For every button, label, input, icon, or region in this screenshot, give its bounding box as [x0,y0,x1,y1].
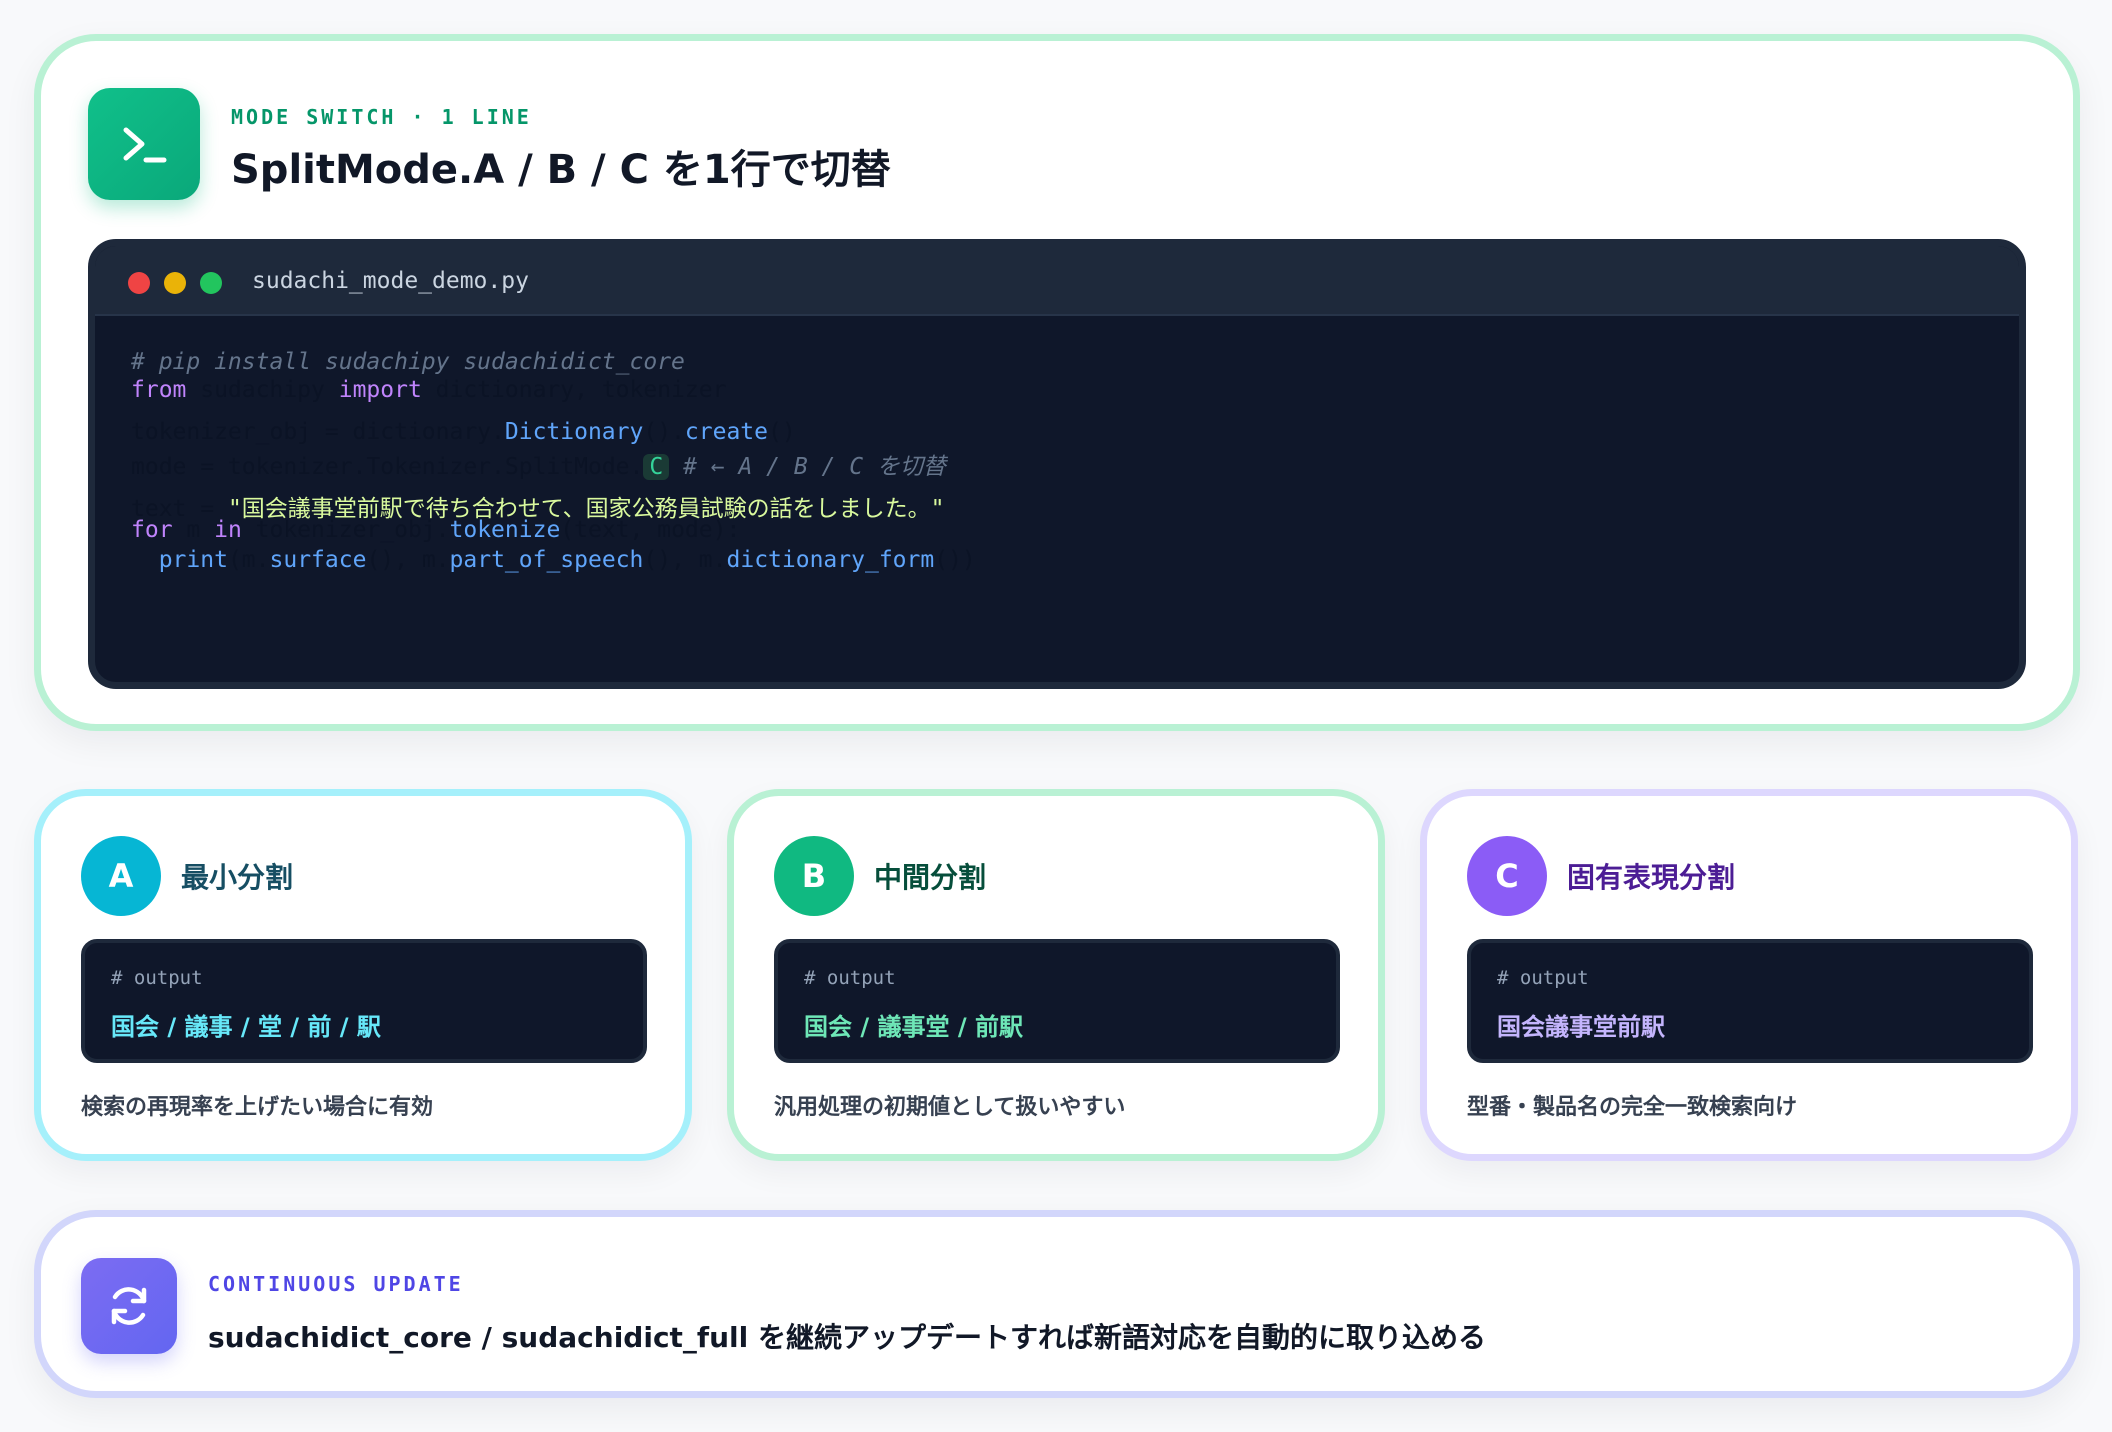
mode-title: 中間分割 [874,861,987,894]
output-label: # output [1497,967,1589,989]
update-eyebrow: CONTINUOUS UPDATE [208,1272,464,1296]
code-line: from sudachipy import dictionary, tokeni… [131,377,727,403]
code-line: for m in tokenizer_obj.tokenize(text, mo… [131,517,741,543]
page-title: SplitMode.A / B / C を1行で切替 [231,147,891,193]
code-line: tokenizer_obj = dictionary.Dictionary().… [131,419,796,445]
split-mode-value: C [643,454,670,480]
output-box: # output 国会 / 議事 / 堂 / 前 / 駅 [81,939,647,1063]
mode-badge-a: A [81,836,161,916]
mode-card-a: A 最小分割 # output 国会 / 議事 / 堂 / 前 / 駅 検索の再… [34,789,692,1161]
output-value: 国会議事堂前駅 [1497,1013,1665,1041]
mode-description: 型番・製品名の完全一致検索向け [1467,1095,1798,1120]
mode-description: 汎用処理の初期値として扱いやすい [774,1095,1126,1120]
code-titlebar: sudachi_mode_demo.py [95,246,2019,316]
mode-description: 検索の再現率を上げたい場合に有効 [81,1095,434,1120]
update-message: sudachidict_core / sudachidict_full を継続ア… [208,1321,1486,1354]
section-eyebrow: MODE SWITCH · 1 LINE [231,105,532,129]
output-label: # output [804,967,896,989]
mode-badge-b: B [774,836,854,916]
output-value: 国会 / 議事堂 / 前駅 [804,1013,1023,1041]
output-value: 国会 / 議事 / 堂 / 前 / 駅 [111,1013,381,1041]
mode-card-c: C 固有表現分割 # output 国会議事堂前駅 型番・製品名の完全一致検索向… [1420,789,2078,1161]
code-filename: sudachi_mode_demo.py [252,268,529,294]
code-line: print(m.surface(), m.part_of_speech(), m… [158,547,976,573]
close-dot-icon [128,272,150,294]
output-label: # output [111,967,203,989]
continuous-update-panel: CONTINUOUS UPDATE sudachidict_core / sud… [34,1210,2080,1398]
maximize-dot-icon [200,272,222,294]
mode-badge-c: C [1467,836,1547,916]
minimize-dot-icon [164,272,186,294]
code-window: sudachi_mode_demo.py # pip install sudac… [88,239,2026,689]
mode-switch-panel: MODE SWITCH · 1 LINE SplitMode.A / B / C… [34,34,2080,731]
code-line: mode = tokenizer.Tokenizer.SplitMode. C #… [131,454,946,480]
output-box: # output 国会議事堂前駅 [1467,939,2033,1063]
output-box: # output 国会 / 議事堂 / 前駅 [774,939,1340,1063]
code-line: # pip install sudachipy sudachidict_core [131,349,685,375]
mode-title: 最小分割 [181,861,294,894]
mode-card-b: B 中間分割 # output 国会 / 議事堂 / 前駅 汎用処理の初期値とし… [727,789,1385,1161]
refresh-icon [81,1258,177,1354]
mode-title: 固有表現分割 [1567,861,1736,894]
terminal-icon [88,88,200,200]
